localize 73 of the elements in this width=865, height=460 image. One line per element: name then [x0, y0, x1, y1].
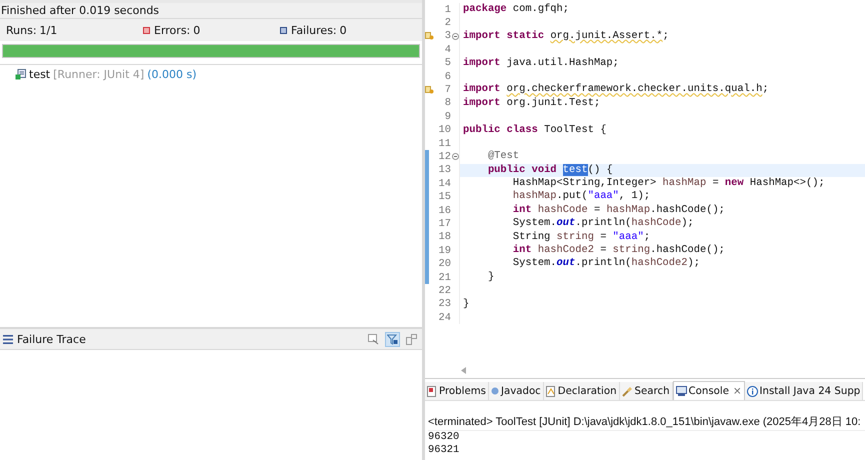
line-number: 18	[438, 231, 451, 244]
error-icon	[143, 26, 150, 34]
fold-icon[interactable]	[452, 153, 458, 160]
failure-trace-title: Failure Trace	[17, 332, 86, 346]
counter-value: 0	[340, 24, 347, 36]
line-number: 16	[438, 204, 451, 217]
fold-icon[interactable]	[452, 32, 458, 40]
code-line: System.out.println(hashCode);	[459, 217, 865, 231]
code-line: import java.util.HashMap;	[459, 56, 865, 70]
declaration-icon	[546, 386, 556, 396]
status-message: Finished after 0.019 seconds	[0, 3, 422, 19]
stack-trace-icon	[3, 334, 13, 344]
code-line: package com.gfqh;	[459, 3, 865, 16]
counter-label: Failures:	[291, 24, 337, 36]
line-number: 6	[444, 70, 451, 83]
code-line: import static org.junit.Assert.*;	[459, 30, 865, 44]
line-number: 10	[438, 124, 451, 136]
code-line: System.out.println(hashCode2);	[459, 257, 865, 271]
problems-icon	[427, 386, 437, 396]
console-output: 96320	[428, 431, 460, 444]
code-line: import org.junit.Test;	[459, 96, 865, 110]
line-number: 3	[444, 30, 451, 42]
console-icon	[676, 386, 687, 396]
code-line: hashMap.put("aaa", 1);	[459, 190, 865, 204]
console-header: <terminated> ToolTest [JUnit] D:\java\jdk\jdk1.8.0_151\bin\javaw.exe (2025年4月28日 10:	[428, 414, 865, 431]
view-tab[interactable]: Search	[620, 382, 673, 400]
flashlight-icon	[622, 386, 633, 396]
line-number: 20	[438, 258, 451, 270]
code-line: int hashCode = hashMap.hashCode();	[459, 204, 865, 218]
line-number: 15	[438, 191, 451, 204]
code-line: HashMap<String,Integer> hashMap = new HashMap<>();	[459, 177, 865, 190]
line-number: 22	[438, 284, 451, 297]
counter-value: 1/1	[40, 24, 58, 36]
view-tab[interactable]: Install Java 24 Supp	[744, 382, 864, 400]
line-number: 1	[444, 4, 451, 16]
counter-value: 0	[193, 24, 200, 36]
line-number: 14	[438, 178, 451, 190]
line-number: 11	[438, 138, 451, 150]
info-icon	[746, 386, 758, 396]
line-number: 23	[438, 298, 451, 310]
code-line: public class ToolTest {	[459, 124, 865, 137]
view-tab[interactable]: Console ×	[672, 381, 745, 400]
line-number: 17	[438, 218, 451, 230]
counter-label: Errors:	[154, 24, 190, 36]
compare-icon[interactable]	[366, 332, 381, 346]
test-runner: [Runner: JUnit 4]	[53, 68, 144, 81]
view-tab[interactable]: Javadoc	[488, 382, 544, 400]
line-number: 4	[444, 44, 451, 56]
view-tab[interactable]: Problems	[425, 382, 489, 400]
line-number: 2	[444, 17, 451, 30]
line-number: 21	[438, 272, 451, 284]
line-number: 8	[444, 97, 451, 110]
counter-label: Runs:	[6, 24, 37, 36]
code-line: }	[459, 270, 865, 284]
line-number: 9	[444, 110, 451, 123]
line-number: 13	[438, 164, 451, 176]
line-number: 5	[444, 57, 451, 70]
close-icon[interactable]: ×	[732, 386, 742, 396]
line-number: 12	[438, 150, 451, 163]
failure-icon	[280, 26, 287, 34]
javadoc-icon	[490, 387, 499, 395]
code-line: int hashCode2 = string.hashCode();	[459, 244, 865, 258]
line-number: 7	[444, 84, 451, 96]
line-number: 19	[438, 244, 451, 257]
test-name[interactable]: test	[29, 68, 50, 81]
code-line: }	[459, 298, 865, 311]
test-time: (0.000 s)	[147, 68, 197, 81]
code-line: import org.checkerframework.checker.units.qual.h;	[459, 83, 865, 97]
view-tab[interactable]: Declaration	[544, 382, 620, 400]
line-number: 24	[438, 312, 451, 324]
filter-icon[interactable]	[385, 332, 400, 346]
code-line: String string = "aaa";	[459, 230, 865, 244]
console-output: 96321	[428, 444, 460, 457]
